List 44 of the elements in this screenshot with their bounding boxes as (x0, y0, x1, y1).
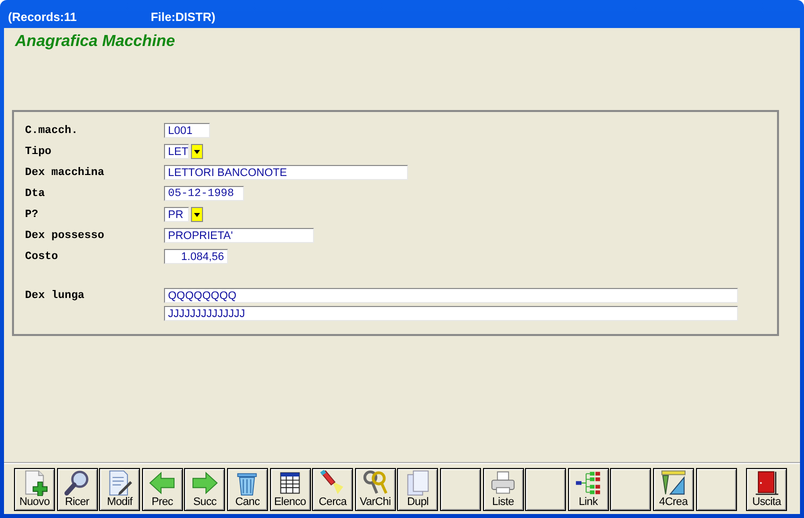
input-field[interactable]: JJJJJJJJJJJJJJ (164, 306, 738, 321)
right-arrow-icon (190, 470, 220, 496)
toolbar-button[interactable]: Nuovo (14, 468, 55, 511)
toolbar-button[interactable]: Canc (226, 468, 268, 511)
toolbar-button[interactable]: Uscita (746, 468, 788, 511)
input-field[interactable]: L001 (164, 123, 210, 138)
toolbar-button[interactable]: Dupl (397, 468, 438, 511)
toolbar-button[interactable] (525, 468, 566, 511)
toolbar-button[interactable]: Ricer (56, 468, 98, 511)
field-label: P? (25, 208, 40, 221)
toolbar-button[interactable]: Elenco (270, 468, 311, 511)
dropdown-button[interactable] (191, 144, 203, 159)
toolbar-button[interactable]: Liste (482, 468, 524, 511)
toolbar-button[interactable]: Cerca (312, 468, 354, 511)
dropdown-field[interactable]: LET (164, 144, 189, 159)
caret-icon (194, 150, 200, 154)
field-label: Dex lunga (25, 289, 86, 302)
field-label: Tipo (25, 145, 52, 158)
toolbar-button[interactable]: Prec (142, 468, 183, 511)
field-label: C.macch. (25, 124, 79, 137)
caret-icon (194, 212, 200, 216)
field-label: Dex possesso (25, 229, 106, 242)
input-field[interactable]: LETTORI BANCONOTE (164, 165, 408, 180)
toolbar-button[interactable]: Succ (184, 468, 226, 511)
toolbar-button[interactable] (440, 468, 481, 511)
field-label: Dta (25, 187, 46, 200)
toolbar-button[interactable]: Modif (99, 468, 140, 511)
window-title: (Records:11 (8, 10, 77, 24)
field-label: Dex macchina (25, 166, 106, 179)
toolbar-button[interactable]: VarChi (354, 468, 396, 511)
input-field[interactable]: 05-12-1998 (164, 186, 244, 201)
window-title: File:DISTR) (150, 10, 216, 24)
toolbar-button[interactable]: Link (568, 468, 609, 511)
field-label: Costo (25, 250, 60, 263)
input-field[interactable]: PROPRIETA' (164, 228, 314, 243)
dropdown-button[interactable] (191, 207, 203, 222)
input-field[interactable]: 1.084,56 (164, 249, 228, 264)
dropdown-field[interactable]: PR (164, 207, 189, 222)
left-arrow-icon (147, 470, 178, 496)
input-field[interactable]: QQQQQQQQ (164, 288, 738, 303)
toolbar-button[interactable]: 4Crea (652, 468, 694, 511)
toolbar-button[interactable] (696, 468, 736, 511)
form-title: Anagrafica Macchine (15, 33, 176, 51)
toolbar-button[interactable] (610, 468, 652, 511)
